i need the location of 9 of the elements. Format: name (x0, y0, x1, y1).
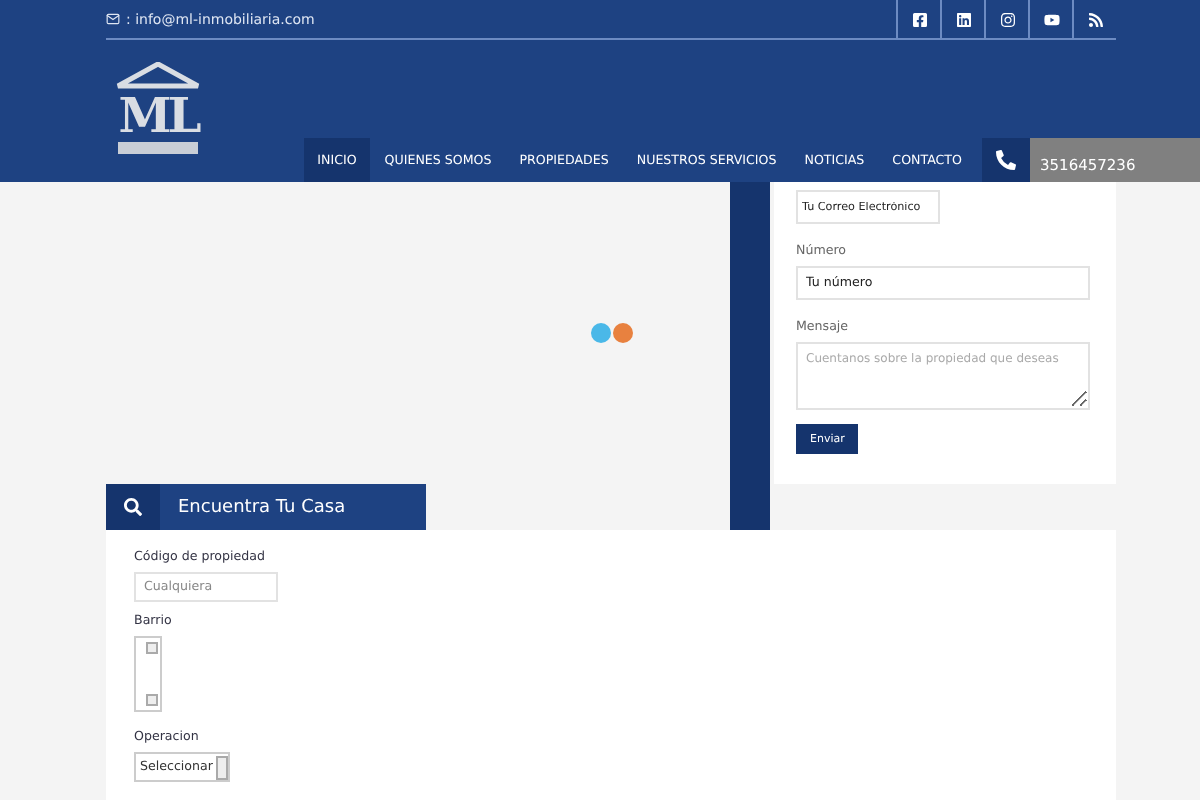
mail-icon (106, 12, 120, 26)
linkedin-icon[interactable] (955, 11, 971, 27)
rss-icon[interactable] (1087, 11, 1103, 27)
logo[interactable]: ML (106, 62, 210, 166)
loader-icon (590, 322, 636, 344)
facebook-icon[interactable] (911, 11, 927, 27)
youtube-icon[interactable] (1043, 11, 1059, 27)
search-title: Encuentra Tu Casa (178, 497, 346, 517)
instagram-icon[interactable] (999, 11, 1015, 27)
